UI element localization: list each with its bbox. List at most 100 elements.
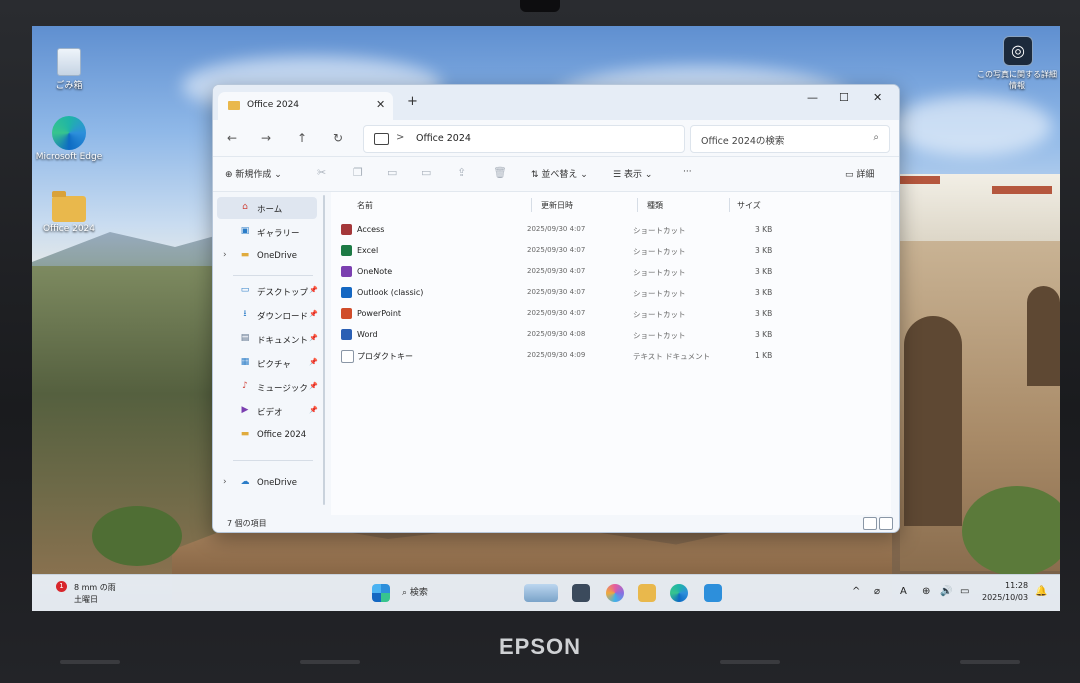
details-pane-button[interactable]: ▭ 詳細 [845,167,874,180]
rename-icon[interactable]: ▭ [421,166,431,179]
file-row[interactable]: Access 2025/09/30 4:07 ショートカット 3 KB [341,220,861,240]
file-type: ショートカット [633,247,686,256]
sidebar-item-label: ホーム [257,205,283,215]
desktop-icon-recycle-bin[interactable]: ごみ箱 [34,48,104,91]
copilot-icon[interactable] [606,584,624,602]
desktop-icon-office-folder[interactable]: Office 2024 [34,191,104,234]
sidebar-item-videos[interactable]: ▶ ビデオ 📌 [217,400,318,422]
file-type: テキスト ドキュメント [633,352,711,361]
file-row[interactable]: PowerPoint 2025/09/30 4:07 ショートカット 3 KB [341,304,861,324]
sidebar-item-onedrive[interactable]: › ▬ OneDrive [217,245,317,267]
desktop-icon-edge[interactable]: Microsoft Edge [34,116,104,162]
screen: ごみ箱 Microsoft Edge Office 2024 ◎ この写真に関す… [32,26,1060,611]
column-divider[interactable] [637,198,638,212]
status-bar: 7 個の項目 [213,515,899,532]
chevron-right-icon[interactable]: › [223,477,227,487]
sidebar-item-documents[interactable]: ▤ ドキュメント 📌 [217,328,318,350]
view-list-icon: ☰ [613,170,622,180]
paste-icon[interactable]: ▭ [387,166,397,179]
sidebar-item-downloads[interactable]: ⭳ ダウンロード 📌 [217,304,317,326]
chevron-right-icon[interactable]: › [223,250,227,260]
address-path[interactable]: Office 2024 [416,133,471,144]
column-header-size[interactable]: サイズ [737,200,761,211]
close-button[interactable]: ✕ [873,91,882,104]
file-row[interactable]: Outlook (classic) 2025/09/30 4:07 ショートカッ… [341,283,861,303]
divider [233,275,313,276]
sidebar-item-onedrive-cloud[interactable]: › ☁ OneDrive [217,472,317,494]
sidebar-item-label: OneDrive [257,251,297,261]
cut-icon[interactable]: ✂ [317,166,326,179]
tray-chevron-icon[interactable]: ^ [852,586,860,597]
sidebar-item-pictures[interactable]: ▦ ピクチャ 📌 [217,352,318,374]
tab-office-2024[interactable]: Office 2024 ✕ [218,92,393,120]
spotlight-info-icon[interactable]: ◎ [1003,36,1033,66]
wallpaper-arch [1027,286,1060,386]
globe-icon[interactable]: ⊕ [922,586,930,597]
up-button[interactable]: ↑ [297,131,307,145]
excel-icon [341,245,352,256]
sidebar-item-home[interactable]: ⌂ ホーム [217,197,317,219]
tab-close-button[interactable]: ✕ [376,98,385,111]
sort-label: 並べ替え [541,170,578,180]
pin-icon: 📌 [309,286,318,294]
file-size: 3 KB [755,288,773,297]
sidebar-item-office-2024[interactable]: ▬ Office 2024 [217,424,317,446]
refresh-button[interactable]: ↻ [333,131,343,145]
large-icons-view-icon[interactable] [879,517,893,530]
folder-icon [228,101,240,110]
copy-icon[interactable]: ❐ [353,166,363,179]
clock[interactable]: 11:28 2025/10/03 [982,580,1028,604]
minimize-button[interactable]: — [807,91,818,104]
file-row[interactable]: Word 2025/09/30 4:08 ショートカット 3 KB [341,325,861,345]
taskbar-search[interactable]: ⌕ 検索 [402,585,428,598]
forward-button[interactable]: → [261,131,271,145]
column-divider[interactable] [729,198,730,212]
start-icon[interactable] [372,584,390,602]
search-input[interactable]: Office 2024の検索 ⌕ [690,125,890,153]
column-header-name[interactable]: 名前 [357,200,373,211]
view-button[interactable]: ☰ 表示 ⌄ [613,167,652,180]
file-row[interactable]: プロダクトキー 2025/09/30 4:09 テキスト ドキュメント 1 KB [341,346,861,366]
file-row[interactable]: OneNote 2025/09/30 4:07 ショートカット 3 KB [341,262,861,282]
back-button[interactable]: ← [227,131,237,145]
delete-icon[interactable]: 🗑 [493,166,507,179]
battery-icon[interactable]: ▭ [960,586,969,597]
desktop-icon-label: Microsoft Edge [35,152,103,162]
sidebar-item-desktop[interactable]: ▭ デスクトップ 📌 [217,280,318,302]
sidebar-item-music[interactable]: ♪ ミュージック 📌 [217,376,318,398]
taskbar: 1 8 mm の雨 土曜日 ⌕ 検索 ^ ⌀ A ⊕ 🔊 ▭ 11:28 202… [32,574,1060,611]
network-off-icon[interactable]: ⌀ [874,586,880,597]
pictures-icon: ▦ [240,357,250,367]
navigation-pane: ⌂ ホーム ▣ ギャラリー › ▬ OneDrive ▭ デスクトップ 📌 ⭳ … [213,192,323,532]
column-header-type[interactable]: 種類 [647,200,663,211]
details-view-icon[interactable] [863,517,877,530]
sidebar-scrollbar[interactable] [323,195,325,505]
new-tab-button[interactable]: + [407,94,418,109]
file-name: Excel [357,246,379,255]
sort-button[interactable]: ⇅ 並べ替え ⌄ [531,167,588,180]
column-divider[interactable] [531,198,532,212]
volume-icon[interactable]: 🔊 [940,586,952,597]
maximize-button[interactable]: ☐ [839,91,849,104]
sidebar-item-label: ギャラリー [257,229,300,239]
edge-icon[interactable] [670,584,688,602]
new-item-button[interactable]: ⊕ 新規作成 ⌄ [225,167,282,180]
file-explorer-icon[interactable] [638,584,656,602]
file-type: ショートカット [633,268,686,277]
share-icon[interactable]: ⇪ [457,166,466,179]
store-icon[interactable] [704,584,722,602]
column-header-modified[interactable]: 更新日時 [541,200,573,211]
wallpaper-roof [992,186,1052,194]
sidebar-item-label: ピクチャ [257,360,291,370]
ime-indicator[interactable]: A [900,586,907,597]
task-view-icon[interactable] [572,584,590,602]
spotlight-info-label[interactable]: この写真に関する詳細情報 [977,69,1057,91]
file-explorer-window: Office 2024 ✕ + — ☐ ✕ ← → ↑ ↻ > Office 2… [212,84,900,533]
widget-image-icon[interactable] [524,584,558,602]
more-button[interactable]: ··· [683,167,692,177]
notification-bell-icon[interactable]: 🔔 [1035,586,1047,597]
file-row[interactable]: Excel 2025/09/30 4:07 ショートカット 3 KB [341,241,861,261]
address-bar[interactable]: > Office 2024 [363,125,685,153]
sidebar-item-gallery[interactable]: ▣ ギャラリー [217,221,317,243]
hinge [60,660,120,664]
